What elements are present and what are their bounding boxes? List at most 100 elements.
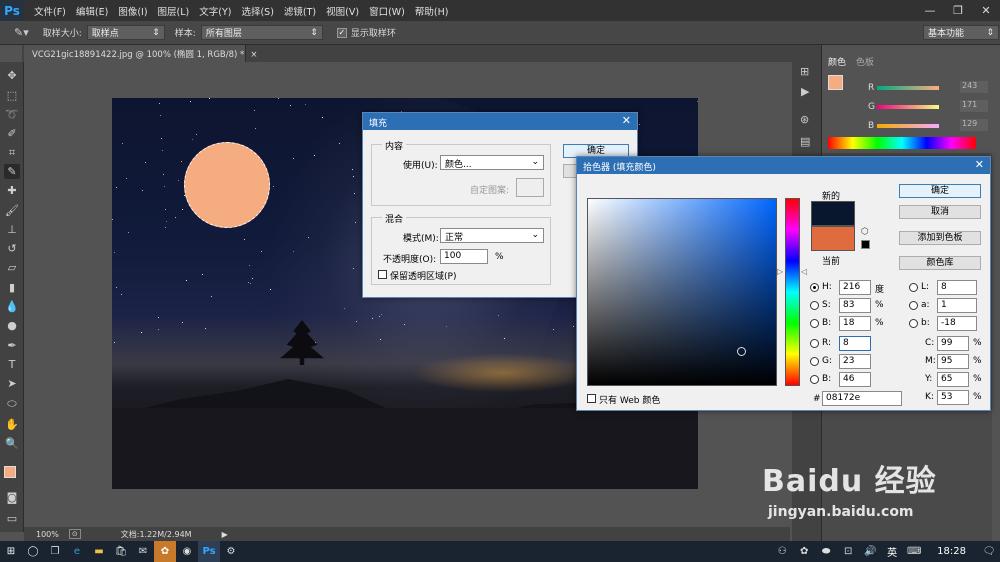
lab-b-radio[interactable] bbox=[909, 319, 918, 328]
eyedropper-preset-icon[interactable]: ✎▾ bbox=[14, 26, 29, 39]
restore-icon[interactable]: ❐ bbox=[944, 0, 972, 21]
c-input[interactable]: 99 bbox=[937, 336, 969, 351]
cortana-icon[interactable]: ◯ bbox=[22, 541, 44, 562]
y-input[interactable]: 65 bbox=[937, 372, 969, 387]
panel-foreground-swatch[interactable] bbox=[828, 75, 843, 90]
b-slider[interactable] bbox=[877, 124, 939, 128]
ime-indicator[interactable]: 英 bbox=[887, 544, 897, 559]
keyboard-icon[interactable]: ⌨ bbox=[903, 541, 925, 562]
foreground-color-swatch[interactable] bbox=[4, 466, 16, 478]
healing-tool-icon[interactable]: ✚ bbox=[4, 183, 20, 198]
color-field[interactable] bbox=[587, 198, 777, 386]
minimize-icon[interactable]: — bbox=[916, 0, 944, 21]
blue-radio[interactable] bbox=[810, 375, 819, 384]
store-icon[interactable]: 🛍 bbox=[110, 541, 132, 562]
fill-dialog-titlebar[interactable]: 填充 ✕ bbox=[363, 113, 637, 130]
document-tab[interactable]: VCG21gic18891422.jpg @ 100% (椭圆 1, RGB/8… bbox=[24, 45, 257, 62]
color-libraries-button[interactable]: 颜色库 bbox=[899, 256, 981, 270]
r-field[interactable]: 243 bbox=[960, 81, 988, 93]
photoshop-taskbar-icon[interactable]: Ps bbox=[198, 541, 220, 562]
share-icon[interactable]: ⊙ bbox=[68, 529, 81, 539]
brightness-radio[interactable] bbox=[810, 319, 819, 328]
l-input[interactable]: 8 bbox=[937, 280, 977, 295]
pattern-picker[interactable] bbox=[516, 178, 544, 197]
web-safe-swatch-icon[interactable] bbox=[861, 240, 870, 249]
windows-start-icon[interactable]: ⊞ bbox=[0, 541, 22, 562]
hue-slider[interactable] bbox=[785, 198, 800, 386]
clock[interactable]: 18:28 bbox=[937, 546, 966, 557]
use-dropdown[interactable]: 颜色... ⌄ bbox=[440, 155, 544, 170]
blur-tool-icon[interactable]: 💧 bbox=[4, 299, 20, 314]
menu-help[interactable]: 帮助(H) bbox=[415, 4, 449, 18]
zoom-level[interactable]: 100% bbox=[36, 530, 59, 539]
picker-ok-button[interactable]: 确定 bbox=[899, 184, 981, 198]
wechat-icon[interactable]: ✿ bbox=[154, 541, 176, 562]
brightness-input[interactable]: 18 bbox=[839, 316, 871, 331]
sample-size-select[interactable]: 取样点 ⇕ bbox=[86, 25, 165, 40]
info-panel-icon[interactable]: ⊛ bbox=[800, 113, 809, 126]
menu-image[interactable]: 图像(I) bbox=[118, 4, 147, 18]
a-radio[interactable] bbox=[909, 301, 918, 310]
type-tool-icon[interactable]: T bbox=[4, 357, 20, 372]
color-picker-titlebar[interactable]: 拾色器 (填充颜色) ✕ bbox=[577, 157, 990, 174]
menu-window[interactable]: 窗口(W) bbox=[369, 4, 405, 18]
menu-filter[interactable]: 滤镜(T) bbox=[284, 4, 316, 18]
people-icon[interactable]: ⚇ bbox=[771, 541, 793, 562]
r-radio[interactable] bbox=[810, 339, 819, 348]
preserve-transparency-checkbox[interactable] bbox=[378, 270, 387, 279]
show-ring-checkbox[interactable]: ✓ bbox=[336, 27, 347, 38]
mail-icon[interactable]: ✉ bbox=[132, 541, 154, 562]
dodge-tool-icon[interactable]: ● bbox=[4, 318, 20, 333]
g-field[interactable]: 171 bbox=[960, 100, 988, 112]
zoom-tool-icon[interactable]: 🔍 bbox=[4, 436, 20, 451]
menu-type[interactable]: 文字(Y) bbox=[199, 4, 231, 18]
eraser-tool-icon[interactable]: ▱ bbox=[4, 260, 20, 275]
blue-input[interactable]: 46 bbox=[839, 372, 871, 387]
g-slider[interactable] bbox=[877, 105, 939, 109]
mode-dropdown[interactable]: 正常 ⌄ bbox=[440, 228, 544, 243]
pen-tool-icon[interactable]: ✒ bbox=[4, 338, 20, 353]
current-color-swatch[interactable] bbox=[811, 226, 855, 251]
notification-icon[interactable]: 🗨 bbox=[978, 541, 1000, 562]
lab-b-input[interactable]: -18 bbox=[937, 316, 977, 331]
path-select-icon[interactable]: ➤ bbox=[4, 376, 20, 391]
color-spectrum-bar[interactable] bbox=[828, 137, 976, 149]
opacity-input[interactable]: 100 bbox=[440, 249, 488, 264]
menu-select[interactable]: 选择(S) bbox=[241, 4, 273, 18]
picker-cancel-button[interactable]: 取消 bbox=[899, 205, 981, 219]
lasso-tool-icon[interactable]: ➰ bbox=[4, 107, 20, 122]
quick-select-tool-icon[interactable]: ✐ bbox=[4, 126, 20, 141]
close-tab-icon[interactable]: × bbox=[250, 50, 257, 60]
status-arrow-icon[interactable]: ▶ bbox=[222, 530, 228, 539]
r-slider[interactable] bbox=[877, 86, 939, 90]
history-panel-icon[interactable]: ⊞ bbox=[800, 65, 809, 78]
history-brush-icon[interactable]: ↺ bbox=[4, 241, 20, 256]
marquee-tool-icon[interactable]: ⬚ bbox=[4, 88, 20, 103]
gradient-tool-icon[interactable]: ▮ bbox=[4, 280, 20, 295]
h-input[interactable]: 216 bbox=[839, 280, 871, 295]
volume-icon[interactable]: 🔊 bbox=[859, 541, 881, 562]
app-icon[interactable]: ◉ bbox=[176, 541, 198, 562]
color-field-cursor[interactable] bbox=[737, 347, 746, 356]
tray-wechat-icon[interactable]: ✿ bbox=[793, 541, 815, 562]
tray-app-icon[interactable]: ⬬ bbox=[815, 541, 837, 562]
tool-app-icon[interactable]: ⚙ bbox=[220, 541, 242, 562]
eyedropper-tool-icon[interactable]: ✎ bbox=[4, 164, 20, 179]
m-input[interactable]: 95 bbox=[937, 354, 969, 369]
l-radio[interactable] bbox=[909, 283, 918, 292]
g-input[interactable]: 23 bbox=[839, 354, 871, 369]
quick-mask-icon[interactable]: ◙ bbox=[4, 490, 20, 505]
shape-tool-icon[interactable]: ⬭ bbox=[4, 396, 20, 411]
s-radio[interactable] bbox=[810, 301, 819, 310]
properties-panel-icon[interactable]: ▤ bbox=[800, 135, 810, 148]
add-to-swatches-button[interactable]: 添加到色板 bbox=[899, 231, 981, 245]
menu-file[interactable]: 文件(F) bbox=[34, 4, 66, 18]
menu-layer[interactable]: 图层(L) bbox=[158, 4, 190, 18]
a-input[interactable]: 1 bbox=[937, 298, 977, 313]
g-radio[interactable] bbox=[810, 357, 819, 366]
menu-edit[interactable]: 编辑(E) bbox=[76, 4, 108, 18]
workspace-select[interactable]: 基本功能 ⇕ bbox=[923, 25, 999, 40]
task-view-icon[interactable]: ❐ bbox=[44, 541, 66, 562]
k-input[interactable]: 53 bbox=[937, 390, 969, 405]
out-of-gamut-cube-icon[interactable]: ⬡ bbox=[861, 227, 869, 237]
